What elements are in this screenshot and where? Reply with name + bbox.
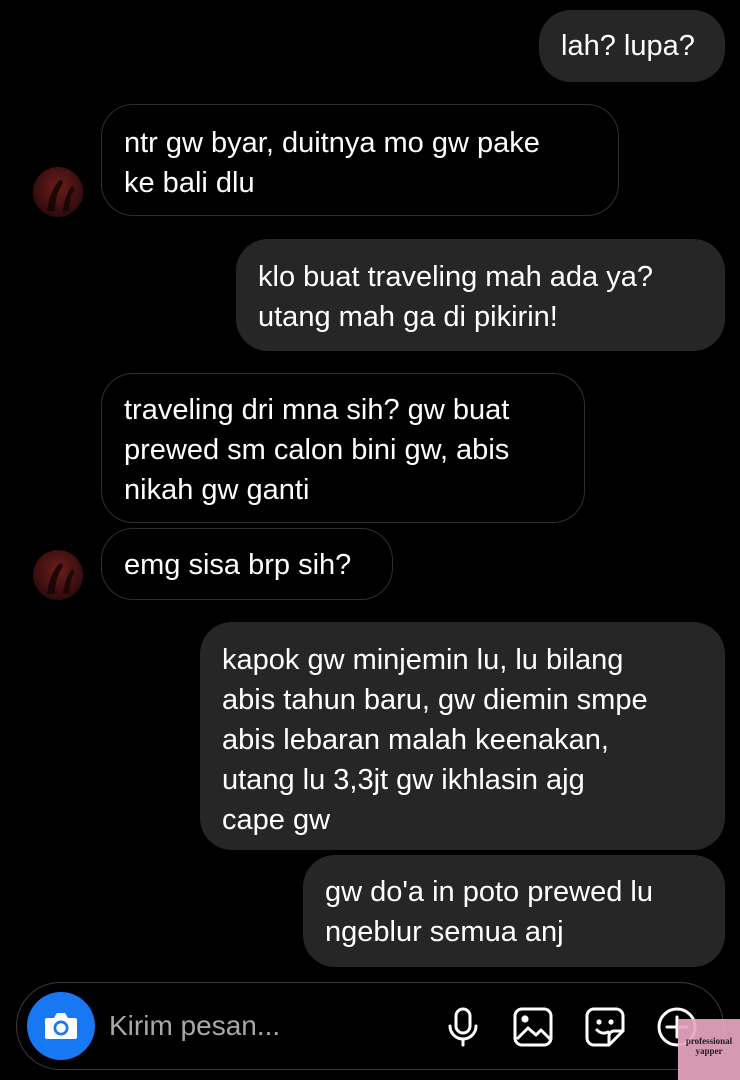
sticker-icon[interactable] [583,1005,627,1049]
watermark-line-2: yapper [695,1046,723,1056]
watermark-stamp: professional yapper [678,1019,740,1080]
message-input[interactable] [109,1005,409,1047]
message-bubble-sent[interactable]: kapok gw minjemin lu, lu bilang abis tah… [200,622,725,850]
contact-avatar[interactable] [33,167,83,217]
message-bubble-sent[interactable]: gw do'a in poto prewed lu ngeblur semua … [303,855,725,967]
message-text: gw do'a in poto prewed lu [325,876,653,908]
message-text: traveling dri mna sih? gw buat [124,394,510,426]
message-bubble-received[interactable]: emg sisa brp sih? [101,528,393,600]
message-bubble-received[interactable]: traveling dri mna sih? gw buat prewed sm… [101,373,585,523]
watermark-line-1: professional [685,1036,733,1046]
message-text: kapok gw minjemin lu, lu bilang [222,644,624,676]
message-text: ke bali dlu [124,167,255,199]
microphone-icon[interactable] [441,1005,485,1049]
message-bubble-sent[interactable]: lah? lupa? [539,10,725,82]
message-text: ntr gw byar, duitnya mo gw pake [124,127,540,159]
message-text: prewed sm calon bini gw, abis [124,434,510,466]
message-bubble-sent[interactable]: klo buat traveling mah ada ya? utang mah… [236,239,725,351]
message-text: abis tahun baru, gw diemin smpe [222,684,648,716]
message-bubble-received[interactable]: ntr gw byar, duitnya mo gw pake ke bali … [101,104,619,216]
message-text: utang mah ga di pikirin! [258,301,558,333]
message-text: nikah gw ganti [124,474,310,506]
camera-icon [45,1013,77,1039]
message-text: klo buat traveling mah ada ya? [258,261,653,293]
contact-avatar[interactable] [33,550,83,600]
message-text: ngeblur semua anj [325,916,564,948]
message-composer [16,982,724,1070]
message-text: abis lebaran malah keenakan, [222,724,609,756]
message-text: utang lu 3,3jt gw ikhlasin ajg [222,764,585,796]
message-text: emg sisa brp sih? [124,549,352,581]
message-text: cape gw [222,804,331,836]
camera-button[interactable] [27,992,95,1060]
image-icon[interactable] [511,1005,555,1049]
message-text: lah? lupa? [561,30,695,62]
